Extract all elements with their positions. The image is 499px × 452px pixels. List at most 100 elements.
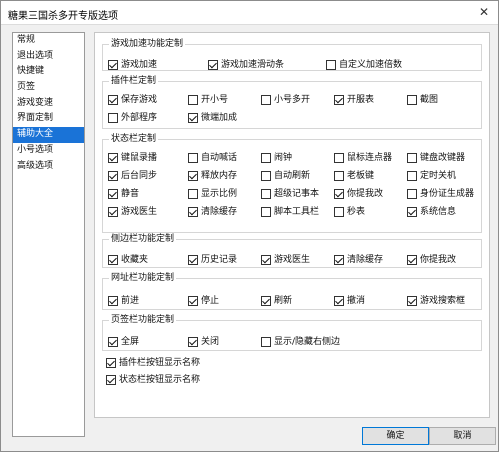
checkbox-box[interactable] — [261, 95, 271, 105]
checkbox-box[interactable] — [261, 171, 271, 181]
checkbox-box[interactable] — [407, 189, 417, 199]
checkbox-box[interactable] — [407, 207, 417, 217]
url-bar-checkbox[interactable]: 游戏搜索框 — [407, 295, 465, 307]
tab-bar-checkbox[interactable]: 关闭 — [188, 336, 219, 348]
checkbox-box[interactable] — [188, 189, 198, 199]
status-bar-checkbox[interactable]: 静音 — [108, 188, 139, 200]
sidebar-item[interactable]: 小号选项 — [13, 143, 84, 159]
checkbox-box[interactable] — [188, 255, 198, 265]
close-icon[interactable]: ✕ — [476, 5, 492, 20]
side-bar-checkbox[interactable]: 历史记录 — [188, 254, 237, 266]
checkbox-box[interactable] — [108, 296, 118, 306]
plugin-bar-checkbox[interactable]: 保存游戏 — [108, 94, 157, 106]
checkbox-box[interactable] — [108, 171, 118, 181]
checkbox-box[interactable] — [261, 207, 271, 217]
sidebar-item[interactable]: 快捷键 — [13, 64, 84, 80]
url-bar-checkbox[interactable]: 撤消 — [334, 295, 365, 307]
checkbox-box[interactable] — [326, 60, 336, 70]
checkbox-box[interactable] — [334, 296, 344, 306]
extra-option-checkbox[interactable]: 状态栏按钮显示名称 — [106, 374, 200, 386]
status-bar-checkbox[interactable]: 闹钟 — [261, 152, 292, 164]
status-bar-checkbox[interactable]: 超级记事本 — [261, 188, 319, 200]
status-bar-checkbox[interactable]: 系统信息 — [407, 206, 456, 218]
status-bar-checkbox[interactable]: 键盘改键器 — [407, 152, 465, 164]
checkbox-box[interactable] — [188, 153, 198, 163]
checkbox-box[interactable] — [108, 153, 118, 163]
sidebar-item[interactable]: 界面定制 — [13, 111, 84, 127]
sidebar-item[interactable]: 辅助大全 — [13, 127, 84, 143]
status-bar-checkbox[interactable]: 显示比例 — [188, 188, 237, 200]
side-bar-checkbox[interactable]: 收藏夹 — [108, 254, 148, 266]
checkbox-box[interactable] — [106, 375, 116, 385]
checkbox-box[interactable] — [407, 95, 417, 105]
checkbox-box[interactable] — [188, 95, 198, 105]
checkbox-box[interactable] — [334, 171, 344, 181]
checkbox-box[interactable] — [334, 153, 344, 163]
side-bar-checkbox[interactable]: 清除缓存 — [334, 254, 383, 266]
plugin-bar-checkbox[interactable]: 微端加成 — [188, 112, 237, 124]
status-bar-checkbox[interactable]: 鼠标连点器 — [334, 152, 392, 164]
checkbox-box[interactable] — [188, 171, 198, 181]
url-bar-checkbox[interactable]: 刷新 — [261, 295, 292, 307]
checkbox-box[interactable] — [261, 189, 271, 199]
plugin-bar-checkbox[interactable]: 截图 — [407, 94, 438, 106]
side-bar-checkbox[interactable]: 你提我改 — [407, 254, 456, 266]
checkbox-box[interactable] — [407, 255, 417, 265]
checkbox-box[interactable] — [106, 358, 116, 368]
checkbox-box[interactable] — [108, 60, 118, 70]
checkbox-box[interactable] — [208, 60, 218, 70]
cancel-button[interactable]: 取消 — [429, 427, 496, 445]
side-bar-checkbox[interactable]: 游戏医生 — [261, 254, 310, 266]
plugin-bar-checkbox[interactable]: 小号多开 — [261, 94, 310, 106]
status-bar-checkbox[interactable]: 清除缓存 — [188, 206, 237, 218]
checkbox-box[interactable] — [188, 296, 198, 306]
checkbox-box[interactable] — [188, 207, 198, 217]
sidebar-item[interactable]: 高级选项 — [13, 159, 84, 175]
checkbox-box[interactable] — [261, 296, 271, 306]
plugin-bar-checkbox[interactable]: 开小号 — [188, 94, 228, 106]
sidebar-item[interactable]: 常规 — [13, 33, 84, 49]
game-accel-checkbox[interactable]: 游戏加速 — [108, 59, 157, 71]
game-accel-checkbox[interactable]: 自定义加速倍数 — [326, 59, 402, 71]
sidebar-item[interactable]: 游戏变速 — [13, 96, 84, 112]
plugin-bar-checkbox[interactable]: 外部程序 — [108, 112, 157, 124]
status-bar-checkbox[interactable]: 释放内存 — [188, 170, 237, 182]
checkbox-box[interactable] — [261, 255, 271, 265]
checkbox-box[interactable] — [334, 255, 344, 265]
checkbox-box[interactable] — [108, 337, 118, 347]
checkbox-box[interactable] — [407, 171, 417, 181]
sidebar-item[interactable]: 页签 — [13, 80, 84, 96]
checkbox-box[interactable] — [108, 95, 118, 105]
checkbox-box[interactable] — [334, 207, 344, 217]
status-bar-checkbox[interactable]: 身份证生成器 — [407, 188, 474, 200]
status-bar-checkbox[interactable]: 后台同步 — [108, 170, 157, 182]
status-bar-checkbox[interactable]: 老板键 — [334, 170, 374, 182]
checkbox-box[interactable] — [261, 153, 271, 163]
checkbox-box[interactable] — [334, 189, 344, 199]
status-bar-checkbox[interactable]: 游戏医生 — [108, 206, 157, 218]
checkbox-box[interactable] — [108, 207, 118, 217]
url-bar-checkbox[interactable]: 停止 — [188, 295, 219, 307]
status-bar-checkbox[interactable]: 秒表 — [334, 206, 365, 218]
status-bar-checkbox[interactable]: 你提我改 — [334, 188, 383, 200]
checkbox-box[interactable] — [108, 113, 118, 123]
status-bar-checkbox[interactable]: 键鼠录播 — [108, 152, 157, 164]
sidebar-item[interactable]: 退出选项 — [13, 49, 84, 65]
tab-bar-checkbox[interactable]: 全屏 — [108, 336, 139, 348]
status-bar-checkbox[interactable]: 自动刷新 — [261, 170, 310, 182]
checkbox-box[interactable] — [108, 255, 118, 265]
checkbox-box[interactable] — [188, 337, 198, 347]
ok-button[interactable]: 确定 — [362, 427, 429, 445]
checkbox-box[interactable] — [108, 189, 118, 199]
checkbox-box[interactable] — [188, 113, 198, 123]
url-bar-checkbox[interactable]: 前进 — [108, 295, 139, 307]
checkbox-box[interactable] — [407, 153, 417, 163]
status-bar-checkbox[interactable]: 自动喊话 — [188, 152, 237, 164]
checkbox-box[interactable] — [407, 296, 417, 306]
game-accel-checkbox[interactable]: 游戏加速滑动条 — [208, 59, 284, 71]
extra-option-checkbox[interactable]: 插件栏按钮显示名称 — [106, 357, 200, 369]
status-bar-checkbox[interactable]: 脚本工具栏 — [261, 206, 319, 218]
tab-bar-checkbox[interactable]: 显示/隐藏右侧边 — [261, 336, 340, 348]
checkbox-box[interactable] — [334, 95, 344, 105]
status-bar-checkbox[interactable]: 定时关机 — [407, 170, 456, 182]
